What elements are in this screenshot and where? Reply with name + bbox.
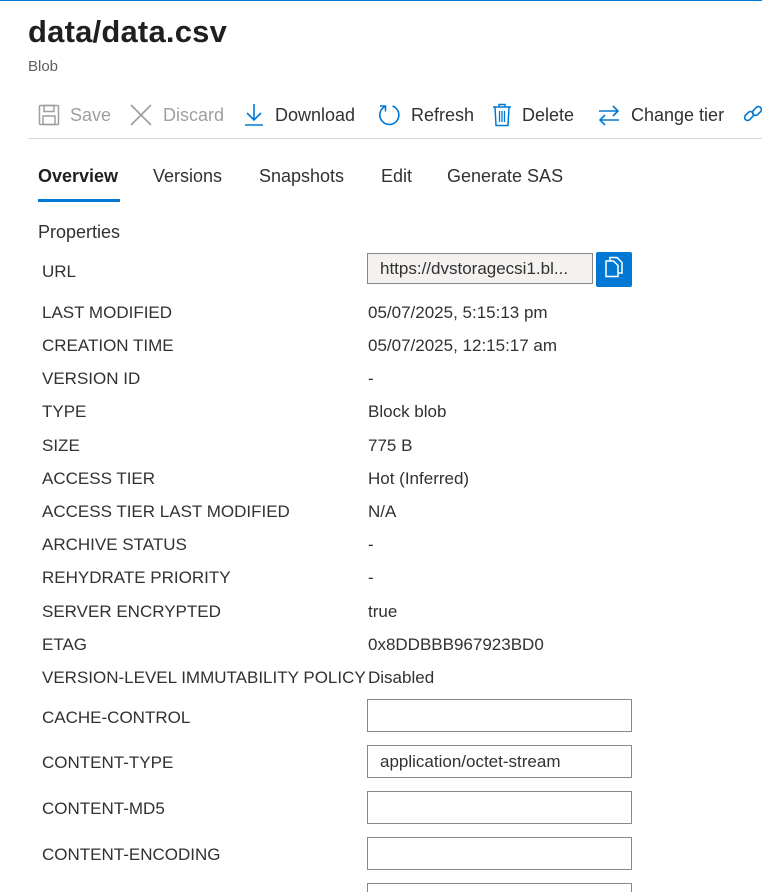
refresh-label: Refresh xyxy=(411,104,475,125)
lease-button[interactable] xyxy=(742,97,762,133)
link-icon xyxy=(742,103,762,127)
property-label: ACCESS TIER xyxy=(42,469,156,488)
property-label: ACCESS TIER LAST MODIFIED xyxy=(42,502,290,521)
download-label: Download xyxy=(275,104,356,125)
page-subtitle: Blob xyxy=(28,58,59,75)
property-value: true xyxy=(368,602,398,621)
save-label: Save xyxy=(70,104,112,125)
property-value: Block blob xyxy=(368,402,447,421)
tab-snapshots[interactable]: Snapshots xyxy=(259,166,344,187)
property-label: URL xyxy=(42,262,77,281)
discard-label: Discard xyxy=(163,104,225,125)
cache-control-input[interactable] xyxy=(367,699,632,732)
copy-icon xyxy=(604,256,624,283)
copy-url-button[interactable] xyxy=(596,252,632,287)
tab-versions[interactable]: Versions xyxy=(153,166,222,187)
property-value: - xyxy=(368,369,374,388)
property-value: - xyxy=(368,535,374,554)
trash-icon xyxy=(492,103,512,127)
property-label: TYPE xyxy=(42,402,87,421)
content-encoding-input[interactable] xyxy=(367,837,632,870)
discard-icon xyxy=(129,103,153,127)
property-label: LAST MODIFIED xyxy=(42,303,173,322)
property-label: SERVER ENCRYPTED xyxy=(42,602,221,621)
property-value: Disabled xyxy=(368,668,435,687)
property-value: N/A xyxy=(368,502,397,521)
property-label: CACHE-CONTROL xyxy=(42,708,191,727)
property-label: REHYDRATE PRIORITY xyxy=(42,568,231,587)
property-value: - xyxy=(368,568,374,587)
properties-heading: Properties xyxy=(38,222,121,242)
download-icon xyxy=(243,103,265,127)
delete-label: Delete xyxy=(522,104,575,125)
tab-generate-sas[interactable]: Generate SAS xyxy=(447,166,563,187)
command-bar: Save Discard Download Refresh Delete Cha… xyxy=(28,97,762,139)
content-md5-input[interactable] xyxy=(367,791,632,824)
download-button[interactable]: Download xyxy=(243,97,355,133)
swap-arrows-icon xyxy=(597,103,621,127)
property-label: CONTENT-TYPE xyxy=(42,753,174,772)
refresh-button[interactable]: Refresh xyxy=(377,97,474,133)
tab-edit[interactable]: Edit xyxy=(381,166,412,187)
page-title: data/data.csv xyxy=(28,14,228,49)
change-tier-label: Change tier xyxy=(631,104,725,125)
next-field-input-partial[interactable] xyxy=(367,883,632,892)
save-icon xyxy=(38,104,60,126)
top-accent-line xyxy=(0,0,762,1)
property-value: Hot (Inferred) xyxy=(368,469,470,488)
discard-button[interactable]: Discard xyxy=(129,97,224,133)
change-tier-button[interactable]: Change tier xyxy=(597,97,724,133)
delete-button[interactable]: Delete xyxy=(492,97,574,133)
active-tab-indicator xyxy=(38,199,120,202)
property-value: 05/07/2025, 5:15:13 pm xyxy=(368,303,548,322)
property-value: 775 B xyxy=(368,436,413,455)
property-value: 05/07/2025, 12:15:17 am xyxy=(368,336,558,355)
refresh-icon xyxy=(377,103,401,127)
property-value: 0x8DDBBB967923BD0 xyxy=(368,635,544,654)
content-type-input[interactable]: application/octet-stream xyxy=(367,745,632,778)
property-label: ARCHIVE STATUS xyxy=(42,535,187,554)
save-button[interactable]: Save xyxy=(38,97,111,133)
property-label: CREATION TIME xyxy=(42,336,174,355)
property-label: VERSION ID xyxy=(42,369,141,388)
property-label: VERSION-LEVEL IMMUTABILITY POLICY xyxy=(42,668,366,687)
property-label: CONTENT-MD5 xyxy=(42,799,165,818)
url-field[interactable]: https://dvstoragecsi1.bl... xyxy=(367,253,593,284)
property-label: CONTENT-ENCODING xyxy=(42,845,221,864)
property-label: SIZE xyxy=(42,436,80,455)
property-label: ETAG xyxy=(42,635,88,654)
tab-overview[interactable]: Overview xyxy=(38,166,118,187)
